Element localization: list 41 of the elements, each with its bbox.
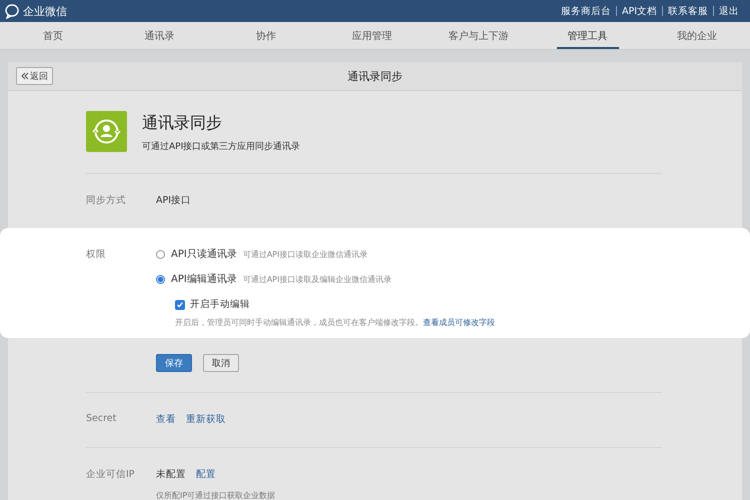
note-text: 仅所配IP可通过接口获取企业数据 xyxy=(156,490,276,500)
nav-tab[interactable]: 应用管理 xyxy=(318,22,426,49)
field-label: 企业可信IP xyxy=(86,468,136,481)
option-label: API编辑通讯录 xyxy=(171,272,237,286)
top-link[interactable]: 联系客服 xyxy=(663,4,713,18)
top-link[interactable]: API文档 xyxy=(616,4,662,18)
field-label: Secret xyxy=(86,413,118,424)
checkbox[interactable] xyxy=(175,300,185,310)
configure-link[interactable]: 配置 xyxy=(196,469,216,480)
secret-link[interactable]: 查看 xyxy=(156,413,176,426)
option-label: API只读通讯录 xyxy=(171,248,237,261)
panel-title: 通讯录同步 xyxy=(348,68,402,84)
nav-tab[interactable]: 客户与上下游 xyxy=(425,22,532,49)
nav-tab[interactable]: 首页 xyxy=(0,22,106,49)
field-value: 未配置 xyxy=(156,469,186,480)
back-button[interactable]: 返回 xyxy=(16,67,53,85)
save-button[interactable]: 保存 xyxy=(156,354,192,372)
nav-tab[interactable]: 协作 xyxy=(212,22,319,49)
field-label: 权限 xyxy=(86,248,107,262)
checkbox-label: 开启手动编辑 xyxy=(190,298,250,311)
nav-tab[interactable]: 管理工具 xyxy=(556,22,619,49)
option-hint: 可通过API接口读取企业微信通讯录 xyxy=(242,248,368,260)
top-link[interactable]: 退出 xyxy=(714,4,744,18)
nav-tab[interactable]: 通讯录 xyxy=(106,22,213,49)
app-logo: 企业微信 xyxy=(23,4,67,18)
secret-link[interactable]: 重新获取 xyxy=(186,413,226,426)
radio-button[interactable] xyxy=(156,274,165,284)
sync-contact-icon xyxy=(86,111,127,152)
app-description: 可通过API接口或第三方应用同步通讯录 xyxy=(142,140,300,153)
double-chevron-icon xyxy=(21,72,29,80)
option-hint: 可通过API接口读取及编辑企业微信通讯录 xyxy=(242,274,392,284)
note-text: 开启后，管理员可同时手动编辑通讯录，成员也可在客户端修改字段。 xyxy=(175,317,423,328)
fields-link[interactable]: 查看成员可修改字段 xyxy=(423,317,495,328)
chat-bubble-icon xyxy=(4,3,20,19)
radio-button[interactable] xyxy=(156,250,165,258)
cancel-button[interactable]: 取消 xyxy=(203,354,239,372)
field-label: 同步方式 xyxy=(86,194,127,207)
app-name: 通讯录同步 xyxy=(142,113,223,134)
top-link[interactable]: 服务商后台 xyxy=(556,4,616,18)
field-value: API接口 xyxy=(156,194,192,207)
nav-tab[interactable]: 我的企业 xyxy=(644,22,750,49)
